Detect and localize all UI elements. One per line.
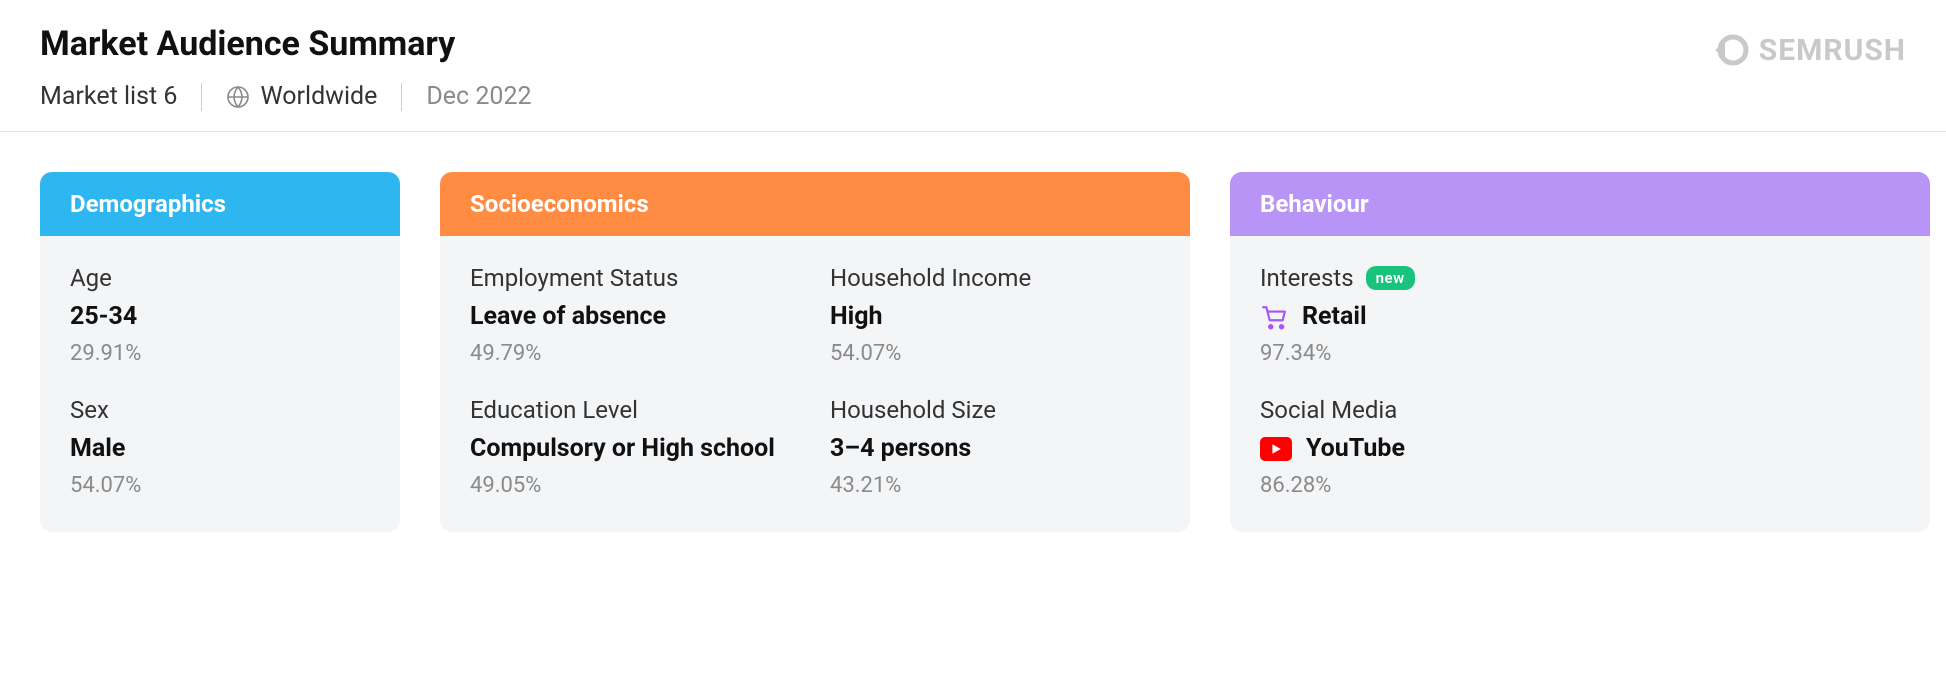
stat-pct-education: 49.05% [470,473,800,498]
card-body-demographics: Age 25-34 29.91% Sex Male 54.07% [40,236,400,532]
stat-interests: Interests new Retail 97.34% [1260,264,1900,366]
stat-value-social: YouTube [1260,434,1900,463]
stat-value-education: Compulsory or High school [470,434,800,463]
stat-pct-social: 86.28% [1260,473,1900,498]
interests-value-text: Retail [1302,302,1367,331]
card-body-behaviour: Interests new Retail 97.34% So [1230,236,1930,532]
brand-text: SEMRUSH [1759,33,1906,68]
stat-pct-interests: 97.34% [1260,341,1900,366]
stat-label-size: Household Size [830,396,1160,424]
social-value-text: YouTube [1306,434,1405,463]
market-list-label: Market list 6 [40,82,177,111]
stat-education: Education Level Compulsory or High schoo… [470,396,800,498]
stat-label-age: Age [70,264,370,292]
socio-col-right: Household Income High 54.07% Household S… [830,264,1160,498]
stat-pct-sex: 54.07% [70,473,370,498]
new-badge: new [1366,266,1415,290]
globe-icon [226,85,250,109]
card-header-behaviour: Behaviour [1230,172,1930,236]
card-behaviour: Behaviour Interests new Retail [1230,172,1930,532]
stat-value-interests: Retail [1260,302,1900,331]
date-label: Dec 2022 [426,82,531,111]
stat-age: Age 25-34 29.91% [70,264,370,366]
stat-pct-size: 43.21% [830,473,1160,498]
stat-pct-employment: 49.79% [470,341,800,366]
stat-size: Household Size 3–4 persons 43.21% [830,396,1160,498]
stat-label-education: Education Level [470,396,800,424]
stat-label-social: Social Media [1260,396,1900,424]
stat-value-age: 25-34 [70,302,370,331]
stat-sex: Sex Male 54.07% [70,396,370,498]
stat-pct-age: 29.91% [70,341,370,366]
semrush-icon [1709,30,1749,70]
card-demographics: Demographics Age 25-34 29.91% Sex Male 5… [40,172,400,532]
interests-label-text: Interests [1260,264,1354,292]
stat-pct-income: 54.07% [830,341,1160,366]
meta-separator [401,83,402,111]
card-header-demographics: Demographics [40,172,400,236]
meta-row: Market list 6 Worldwide Dec 2022 [40,82,532,111]
stat-label-income: Household Income [830,264,1160,292]
stat-label-sex: Sex [70,396,370,424]
page-header: Market Audience Summary Market list 6 Wo… [0,0,1946,132]
stat-label-interests: Interests new [1260,264,1900,292]
cards-container: Demographics Age 25-34 29.91% Sex Male 5… [0,132,1946,572]
cart-icon [1260,303,1288,331]
card-body-socioeconomics: Employment Status Leave of absence 49.79… [440,236,1190,532]
page-title: Market Audience Summary [40,24,532,64]
card-socioeconomics: Socioeconomics Employment Status Leave o… [440,172,1190,532]
brand-logo: SEMRUSH [1709,24,1906,70]
meta-separator [201,83,202,111]
stat-employment: Employment Status Leave of absence 49.79… [470,264,800,366]
stat-label-employment: Employment Status [470,264,800,292]
stat-value-income: High [830,302,1160,331]
stat-value-size: 3–4 persons [830,434,1160,463]
stat-social: Social Media YouTube 86.28% [1260,396,1900,498]
card-header-socioeconomics: Socioeconomics [440,172,1190,236]
region-label: Worldwide [260,82,377,111]
region-selector[interactable]: Worldwide [226,82,377,111]
youtube-icon [1260,437,1292,461]
socio-col-left: Employment Status Leave of absence 49.79… [470,264,800,498]
stat-value-sex: Male [70,434,370,463]
header-left: Market Audience Summary Market list 6 Wo… [40,24,532,111]
stat-income: Household Income High 54.07% [830,264,1160,366]
stat-value-employment: Leave of absence [470,302,800,331]
